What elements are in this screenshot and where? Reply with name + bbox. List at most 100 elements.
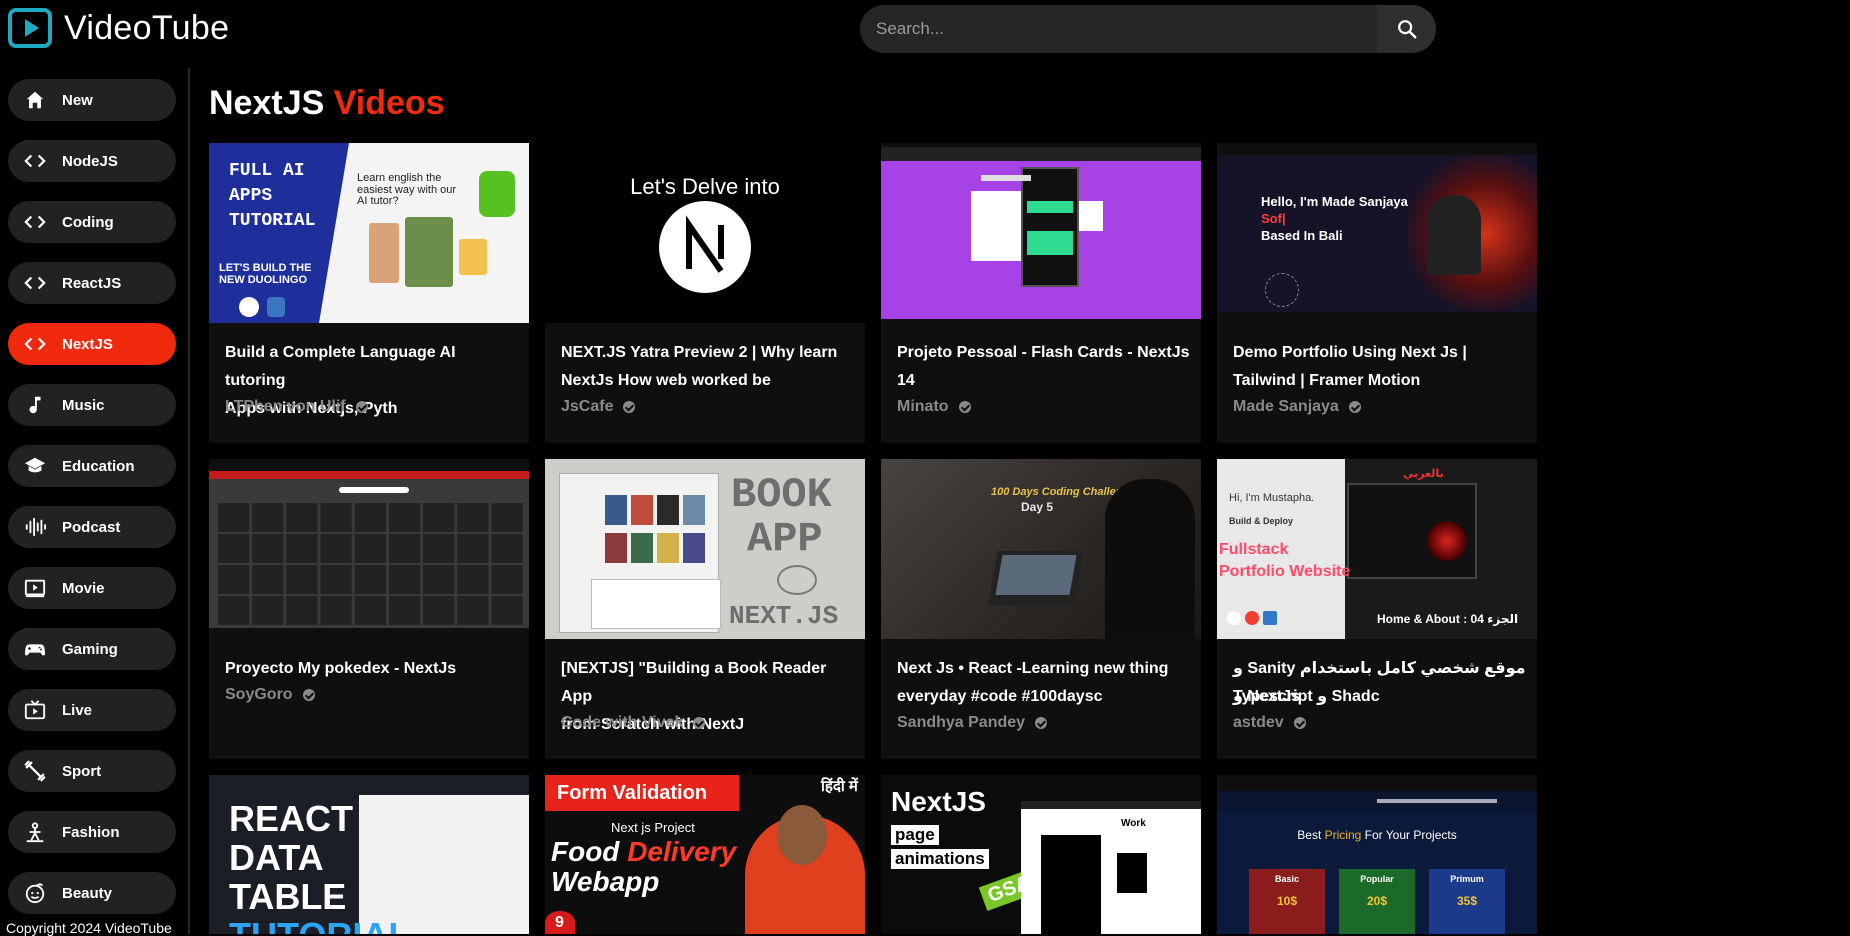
logo[interactable]: VideoTube	[8, 8, 229, 48]
video-thumbnail[interactable]: Form Validation हिंदी में Next js Projec…	[545, 775, 865, 934]
sidebar-item-music[interactable]: Music	[8, 384, 176, 426]
music-note-icon	[24, 394, 46, 416]
verified-icon	[693, 717, 706, 729]
video-thumbnail[interactable]: Hello, I'm Made Sanjaya Sof| Based In Ba…	[1217, 155, 1537, 312]
sidebar-item-live[interactable]: Live	[8, 689, 176, 731]
sidebar-item-label: Podcast	[62, 518, 121, 536]
sidebar-item-label: New	[62, 91, 93, 109]
video-title[interactable]: Next Js • React -Learning new thing every…	[897, 655, 1192, 711]
sidebar-item-education[interactable]: Education	[8, 445, 176, 487]
movie-icon	[24, 577, 46, 599]
video-thumbnail[interactable]: REACTDATATABLE TUTORIAL	[209, 775, 529, 934]
fashion-icon	[24, 821, 46, 843]
sidebar-item-label: Beauty	[62, 884, 113, 902]
sidebar-item-label: Fashion	[62, 823, 120, 841]
header: VideoTube	[0, 0, 1850, 58]
verified-icon	[1035, 717, 1048, 729]
video-thumbnail[interactable]	[209, 471, 529, 628]
video-thumbnail[interactable]	[881, 147, 1201, 319]
sidebar-item-label: Sport	[62, 762, 102, 780]
sidebar-item-label: Education	[62, 457, 135, 475]
sidebar-item-label: ReactJS	[62, 274, 122, 292]
video-card[interactable]: بالعربي Build & Deploy Hi, I'm Mustapha.…	[1217, 459, 1537, 759]
search-icon	[1397, 20, 1416, 39]
video-thumbnail[interactable]: Best Pricing For Your Projects Basic Pop…	[1217, 791, 1537, 934]
page-title: NextJS Videos	[209, 84, 445, 122]
search-button[interactable]	[1377, 5, 1436, 53]
sidebar-item-new[interactable]: New	[8, 79, 176, 121]
sidebar-item-nextjs[interactable]: NextJS	[8, 323, 176, 365]
sidebar-item-label: Music	[62, 396, 105, 414]
video-thumbnail[interactable]: Let's Delve into	[545, 143, 865, 323]
video-title[interactable]: Demo Portfolio Using Next Js | Tailwind |…	[1233, 339, 1528, 395]
verified-icon	[623, 401, 636, 413]
verified-icon	[1293, 717, 1306, 729]
verified-icon	[302, 689, 315, 701]
video-thumbnail[interactable]: بالعربي Build & Deploy Hi, I'm Mustapha.…	[1217, 459, 1537, 639]
code-icon	[24, 150, 46, 172]
sidebar-item-label: Live	[62, 701, 93, 719]
podcast-icon	[24, 516, 46, 538]
video-card[interactable]: Hello, I'm Made Sanjaya Sof| Based In Ba…	[1217, 143, 1537, 443]
video-title[interactable]: NEXT.JS Yatra Preview 2 | Why learn NextJ…	[561, 339, 856, 395]
video-thumbnail[interactable]: BOOK APP NEXT.JS	[545, 459, 865, 639]
channel-name[interactable]: JsCafe	[561, 398, 636, 416]
sidebar-item-label: Movie	[62, 579, 105, 597]
sidebar-item-movie[interactable]: Movie	[8, 567, 176, 609]
app-name: VideoTube	[64, 8, 230, 47]
sidebar-item-label: NodeJS	[62, 152, 118, 170]
video-thumbnail[interactable]: 100 Days Coding Challenge Day 5	[881, 459, 1201, 639]
video-thumbnail[interactable]: FULL AI APPS TUTORIAL LET'S BUILD THE NEW …	[209, 143, 529, 323]
channel-name[interactable]: Minato	[897, 398, 971, 416]
live-tv-icon	[24, 699, 46, 721]
nextjs-logo-icon	[659, 201, 751, 293]
verified-icon	[1348, 401, 1361, 413]
code-icon	[24, 333, 46, 355]
code-icon	[24, 272, 46, 294]
sidebar-item-podcast[interactable]: Podcast	[8, 506, 176, 548]
channel-name[interactable]: astdev	[1233, 714, 1306, 732]
video-card[interactable]: Best Pricing For Your Projects Basic Pop…	[1217, 775, 1537, 934]
video-card[interactable]: Let's Delve into NEXT.JS Yatra Preview 2…	[545, 143, 865, 443]
channel-name[interactable]: Sandhya Pandey	[897, 714, 1048, 732]
sidebar-item-coding[interactable]: Coding	[8, 201, 176, 243]
video-card[interactable]: BOOK APP NEXT.JS [NEXTJS] "Building a Boo…	[545, 459, 865, 759]
video-thumbnail[interactable]: NextJS page animations GSAP Work	[881, 775, 1201, 934]
play-logo-icon	[8, 8, 52, 48]
sidebar-item-beauty[interactable]: Beauty	[8, 872, 176, 914]
search-bar	[860, 5, 1436, 53]
sidebar-item-fashion[interactable]: Fashion	[8, 811, 176, 853]
sidebar: New NodeJS Coding ReactJS NextJS Music E…	[0, 68, 190, 936]
verified-icon	[958, 401, 971, 413]
sidebar-item-gaming[interactable]: Gaming	[8, 628, 176, 670]
channel-name[interactable]: Code with Vivek	[561, 714, 706, 732]
channel-name[interactable]: Made Sanjaya	[1233, 398, 1361, 416]
sidebar-item-sport[interactable]: Sport	[8, 750, 176, 792]
sidebar-item-label: Coding	[62, 213, 114, 231]
channel-name[interactable]: SoyGoro	[225, 686, 315, 704]
channel-name[interactable]: LTPhen von Ulif	[225, 398, 368, 416]
sidebar-item-reactjs[interactable]: ReactJS	[8, 262, 176, 304]
video-title[interactable]: Proyecto My pokedex - NextJs	[225, 655, 520, 683]
beauty-icon	[24, 882, 46, 904]
sidebar-item-label: NextJS	[62, 335, 113, 353]
video-card[interactable]: 100 Days Coding Challenge Day 5 Next Js …	[881, 459, 1201, 759]
video-title-line2[interactable]: Typescript و Shadc	[1233, 683, 1528, 711]
verified-icon	[355, 401, 368, 413]
video-card[interactable]: REACTDATATABLE TUTORIAL	[209, 775, 529, 934]
sport-icon	[24, 760, 46, 782]
code-icon	[24, 211, 46, 233]
graduation-cap-icon	[24, 455, 46, 477]
sidebar-item-nodejs[interactable]: NodeJS	[8, 140, 176, 182]
video-card[interactable]: Proyecto My pokedex - NextJs SoyGoro	[209, 459, 529, 759]
search-input[interactable]	[860, 5, 1377, 53]
video-title[interactable]: Projeto Pessoal - Flash Cards - NextJs 14	[897, 339, 1192, 395]
gamepad-icon	[24, 638, 46, 660]
video-card[interactable]: Form Validation हिंदी में Next js Projec…	[545, 775, 865, 934]
video-card[interactable]: FULL AI APPS TUTORIAL LET'S BUILD THE NEW …	[209, 143, 529, 443]
home-icon	[24, 89, 46, 111]
main-content: NextJS Videos	[209, 84, 1849, 123]
sidebar-item-label: Gaming	[62, 640, 118, 658]
video-card[interactable]: Projeto Pessoal - Flash Cards - NextJs 14…	[881, 143, 1201, 443]
video-card[interactable]: NextJS page animations GSAP Work	[881, 775, 1201, 934]
